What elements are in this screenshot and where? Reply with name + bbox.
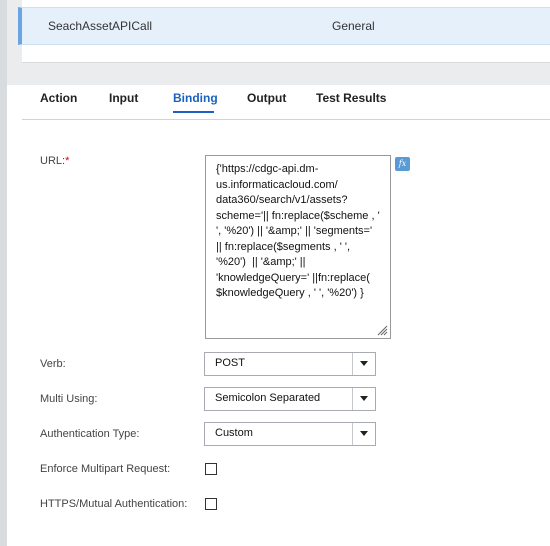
asset-row-name: SeachAssetAPICall [48,19,153,33]
verb-label: Verb: [40,358,66,370]
https-mutual-auth-label: HTTPS/Mutual Authentication: [40,498,188,510]
url-expression-line: data360/search/v1/assets? [216,194,348,206]
asset-row-selected[interactable]: SeachAssetAPICall General [18,7,550,45]
multi-using-value: Semicolon Separated [215,392,321,404]
tab-bar: Action Input Binding Output Test Results [22,85,550,120]
fx-icon[interactable]: fx [395,157,410,171]
authentication-type-label: Authentication Type: [40,428,140,440]
url-expression-line: '%20') || '&amp;' || [216,256,306,268]
url-label: URL:* [40,155,70,167]
properties-panel: Action Input Binding Output Test Results… [22,85,550,546]
url-expression-line: $knowledgeQuery , ' ', '%20') } [216,287,364,299]
multi-using-select[interactable]: Semicolon Separated [204,387,376,411]
verb-value: POST [215,357,245,369]
multi-using-label: Multi Using: [40,393,98,405]
url-expression-line: ', '%20') || '&amp;' || 'segments=' [216,225,373,237]
url-expression-line: 'knowledgeQuery=' ||fn:replace( [216,271,370,284]
resize-grip-icon[interactable] [376,324,388,336]
tab-test-results[interactable]: Test Results [316,91,386,105]
authentication-type-value: Custom [215,427,253,439]
asset-row-type: General [332,19,375,33]
url-expression-line: || fn:replace($segments , ' ', [216,240,351,253]
enforce-multipart-label: Enforce Multipart Request: [40,463,171,475]
authentication-type-dropdown-button[interactable] [352,423,375,445]
url-expression-field[interactable]: {'https://cdgc-api.dm-us.informaticaclou… [205,155,391,339]
url-expression-text: {'https://cdgc-api.dm-us.informaticaclou… [216,162,384,302]
enforce-multipart-checkbox[interactable] [205,463,217,475]
required-marker: * [65,155,70,167]
verb-select[interactable]: POST [204,352,376,376]
chevron-down-icon [360,396,368,401]
left-panel-edge [0,0,7,546]
tab-input[interactable]: Input [109,91,138,105]
url-expression-line: {'https://cdgc-api.dm- [216,163,319,175]
chevron-down-icon [360,361,368,366]
tab-output[interactable]: Output [247,91,286,105]
https-mutual-auth-checkbox[interactable] [205,498,217,510]
url-expression-line: scheme='|| fn:replace($scheme , ' [216,209,380,222]
chevron-down-icon [360,431,368,436]
active-tab-indicator [173,111,214,113]
verb-dropdown-button[interactable] [352,353,375,375]
tab-action[interactable]: Action [40,91,77,105]
url-expression-line: us.informaticacloud.com/ [216,178,338,191]
authentication-type-select[interactable]: Custom [204,422,376,446]
multi-using-dropdown-button[interactable] [352,388,375,410]
tab-binding[interactable]: Binding [173,91,218,105]
